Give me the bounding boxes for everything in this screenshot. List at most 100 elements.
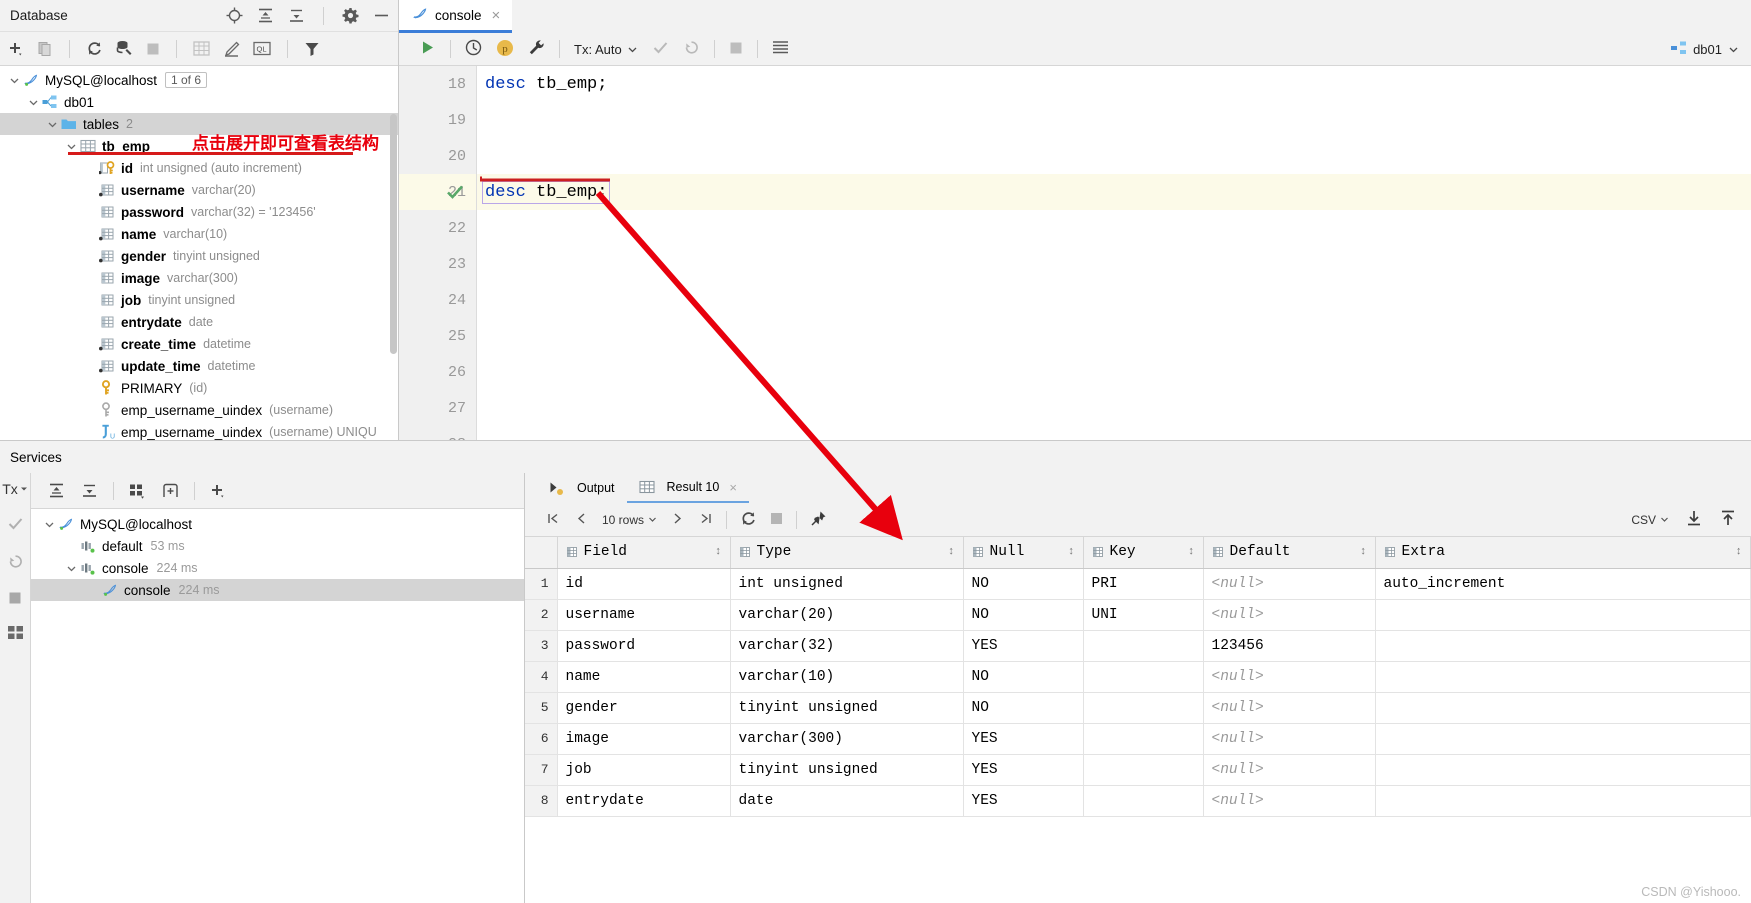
tree-item-image[interactable]: image varchar(300) bbox=[0, 267, 398, 289]
duplicate-icon[interactable] bbox=[37, 41, 53, 57]
export-format-selector[interactable]: CSV bbox=[1631, 513, 1669, 527]
db-selector-label[interactable]: db01 bbox=[1693, 42, 1722, 57]
cell-type[interactable]: int unsigned bbox=[730, 568, 964, 600]
cell-type[interactable]: tinyint unsigned bbox=[730, 692, 964, 724]
cell-default[interactable]: <null> bbox=[1203, 568, 1376, 600]
tree-item-update-time[interactable]: update_time datetime bbox=[0, 355, 398, 377]
layout-icon[interactable] bbox=[7, 626, 23, 642]
code-line[interactable] bbox=[477, 282, 1751, 318]
cell-field[interactable]: gender bbox=[557, 692, 731, 724]
tree-item-username[interactable]: username varchar(20) bbox=[0, 179, 398, 201]
result-tab-output[interactable]: Output bbox=[537, 473, 627, 503]
parameters-icon[interactable]: p bbox=[496, 39, 514, 60]
tx-mode-selector[interactable]: Tx: Auto bbox=[574, 42, 638, 57]
service-item-default[interactable]: default 53 ms bbox=[31, 535, 524, 557]
tree-item-mysql-localhost[interactable]: MySQL@localhost 1 of 6 bbox=[0, 69, 398, 91]
service-item-console[interactable]: console 224 ms bbox=[31, 579, 524, 601]
cell-extra[interactable] bbox=[1375, 599, 1751, 631]
upload-icon[interactable] bbox=[1719, 509, 1737, 530]
query-console-icon[interactable]: QL bbox=[253, 41, 271, 56]
run-icon[interactable] bbox=[419, 39, 436, 59]
cell-null[interactable]: YES bbox=[963, 754, 1084, 786]
table-row[interactable]: 8 entrydate date YES <null> bbox=[525, 785, 1751, 817]
pin-icon[interactable] bbox=[810, 510, 827, 530]
code-line[interactable] bbox=[477, 246, 1751, 282]
service-item-console[interactable]: console 224 ms bbox=[31, 557, 524, 579]
data-grid-icon[interactable] bbox=[772, 40, 789, 58]
cell-default[interactable]: <null> bbox=[1203, 599, 1376, 631]
next-page-icon[interactable] bbox=[670, 511, 685, 529]
cell-type[interactable]: varchar(32) bbox=[730, 630, 964, 662]
expand-all-icon[interactable] bbox=[257, 7, 274, 24]
column-header-default[interactable]: Default ↕ bbox=[1203, 537, 1376, 569]
tree-item-gender[interactable]: gender tinyint unsigned bbox=[0, 245, 398, 267]
cell-key[interactable] bbox=[1083, 754, 1204, 786]
cell-null[interactable]: YES bbox=[963, 630, 1084, 662]
code-line[interactable]: desc tb_emp; bbox=[477, 66, 1751, 102]
code-editor[interactable]: 181920212223242526272829 desc tb_emp;des… bbox=[399, 66, 1751, 440]
tree-scrollbar[interactable] bbox=[390, 114, 397, 354]
prev-page-icon[interactable] bbox=[574, 511, 589, 529]
cell-key[interactable]: UNI bbox=[1083, 599, 1204, 631]
table-row[interactable]: 4 name varchar(10) NO <null> bbox=[525, 661, 1751, 693]
cell-field[interactable]: entrydate bbox=[557, 785, 731, 817]
code-line[interactable] bbox=[477, 138, 1751, 174]
result-tab-result-10[interactable]: Result 10 × bbox=[626, 473, 749, 503]
code-line[interactable] bbox=[477, 426, 1751, 440]
tree-item-entrydate[interactable]: entrydate date bbox=[0, 311, 398, 333]
last-page-icon[interactable] bbox=[698, 511, 713, 529]
table-body[interactable]: 1 id int unsigned NO PRI <null> auto_increment… bbox=[525, 568, 1751, 817]
cell-default[interactable]: <null> bbox=[1203, 723, 1376, 755]
cell-key[interactable] bbox=[1083, 785, 1204, 817]
cell-extra[interactable] bbox=[1375, 630, 1751, 662]
cell-default[interactable]: <null> bbox=[1203, 754, 1376, 786]
reload-icon[interactable] bbox=[740, 510, 757, 530]
database-tree[interactable]: MySQL@localhost 1 of 6 db01 tables 2 tb_emp id… bbox=[0, 66, 398, 440]
cell-key[interactable] bbox=[1083, 630, 1204, 662]
group-icon[interactable] bbox=[129, 483, 146, 499]
tree-item-emp-username-uindex[interactable]: emp_username_uindex (username) bbox=[0, 399, 398, 421]
cell-null[interactable]: NO bbox=[963, 661, 1084, 693]
code-line[interactable] bbox=[477, 318, 1751, 354]
tree-item-name[interactable]: name varchar(10) bbox=[0, 223, 398, 245]
cell-field[interactable]: image bbox=[557, 723, 731, 755]
sort-icon[interactable]: ↕ bbox=[948, 546, 955, 558]
table-row[interactable]: 1 id int unsigned NO PRI <null> auto_increment bbox=[525, 568, 1751, 600]
cell-key[interactable] bbox=[1083, 661, 1204, 693]
settings-wrench-icon[interactable] bbox=[528, 39, 545, 59]
sort-icon[interactable]: ↕ bbox=[715, 546, 722, 558]
service-item-mysql-localhost[interactable]: MySQL@localhost bbox=[31, 513, 524, 535]
close-icon[interactable]: × bbox=[492, 7, 501, 24]
cell-field[interactable]: password bbox=[557, 630, 731, 662]
table-row[interactable]: 3 password varchar(32) YES 123456 bbox=[525, 630, 1751, 662]
close-icon[interactable]: × bbox=[729, 480, 737, 495]
sort-icon[interactable]: ↕ bbox=[1735, 546, 1742, 558]
first-page-icon[interactable] bbox=[546, 511, 561, 529]
cell-extra[interactable]: auto_increment bbox=[1375, 568, 1751, 600]
code-line[interactable] bbox=[477, 354, 1751, 390]
column-header-extra[interactable]: Extra ↕ bbox=[1375, 537, 1751, 569]
stop-icon[interactable] bbox=[8, 591, 22, 608]
column-header-field[interactable]: Field ↕ bbox=[557, 537, 731, 569]
commit-icon[interactable] bbox=[7, 515, 24, 535]
modify-icon[interactable] bbox=[223, 41, 240, 57]
code-line[interactable] bbox=[477, 210, 1751, 246]
cell-type[interactable]: date bbox=[730, 785, 964, 817]
add-icon[interactable] bbox=[8, 41, 24, 57]
table-row[interactable]: 5 gender tinyint unsigned NO <null> bbox=[525, 692, 1751, 724]
hide-panel-icon[interactable] bbox=[373, 7, 390, 24]
run-script-icon[interactable] bbox=[116, 40, 133, 57]
chevron-down-icon[interactable] bbox=[27, 96, 40, 109]
cell-type[interactable]: tinyint unsigned bbox=[730, 754, 964, 786]
sort-icon[interactable]: ↕ bbox=[1068, 546, 1075, 558]
chevron-down-icon[interactable] bbox=[65, 562, 78, 575]
sort-icon[interactable]: ↕ bbox=[1360, 546, 1367, 558]
filter-icon[interactable] bbox=[304, 41, 320, 57]
cell-field[interactable]: id bbox=[557, 568, 731, 600]
services-tree[interactable]: MySQL@localhost default 53 ms console 224 ms… bbox=[31, 509, 524, 903]
table-row[interactable]: 6 image varchar(300) YES <null> bbox=[525, 723, 1751, 755]
cell-default[interactable]: <null> bbox=[1203, 661, 1376, 693]
cell-field[interactable]: name bbox=[557, 661, 731, 693]
refresh-icon[interactable] bbox=[86, 40, 103, 57]
tree-item-emp-username-uindex[interactable]: Uemp_username_uindex (username) UNIQU bbox=[0, 421, 398, 440]
